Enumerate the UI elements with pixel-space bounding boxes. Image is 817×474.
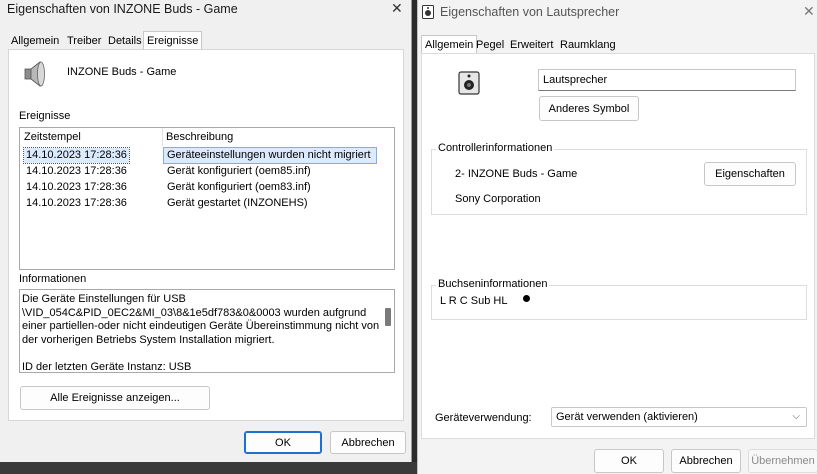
row-timestamp: 14.10.2023 17:28:36 xyxy=(26,165,127,177)
window-title: Eigenschaften von Lautsprecher xyxy=(440,5,620,19)
info-line: \VID_054C&PID_0EC2&MI_03\8&1e5df783&0&00… xyxy=(22,306,367,319)
column-divider xyxy=(162,128,163,146)
info-line: Die Geräte Einstellungen für USB xyxy=(22,293,186,305)
apply-button[interactable]: Übernehmen xyxy=(748,449,817,473)
device-usage-select[interactable]: Gerät verwenden (aktivieren) ⌵ xyxy=(551,407,807,427)
device-usage-label: Geräteverwendung: xyxy=(435,412,532,424)
taskbar-strip xyxy=(0,462,417,474)
chevron-down-icon: ⌵ xyxy=(792,411,800,422)
jack-info-text: L R C Sub HL xyxy=(440,295,508,307)
row-timestamp: 14.10.2023 17:28:36 xyxy=(26,181,127,193)
table-row[interactable]: 14.10.2023 17:28:36 Gerät konfiguriert (… xyxy=(22,180,392,195)
info-line: einer partiellen-oder nicht eindeutigen … xyxy=(22,320,380,332)
ok-button[interactable]: OK xyxy=(244,431,322,454)
column-header-description[interactable]: Beschreibung xyxy=(166,131,233,143)
tab-spatial-sound[interactable]: Raumklang xyxy=(560,36,616,54)
column-header-timestamp[interactable]: Zeitstempel xyxy=(24,131,81,143)
info-text: Die Geräte Einstellungen für USB \VID_05… xyxy=(22,293,380,373)
row-timestamp: 14.10.2023 17:28:36 xyxy=(23,147,130,164)
controller-info-group: Controllerinformationen 2- INZONE Buds -… xyxy=(431,142,807,215)
tab-details[interactable]: Details xyxy=(108,32,142,50)
controller-name: 2- INZONE Buds - Game xyxy=(455,168,578,180)
tab-panel: INZONE Buds - Game Ereignisse Zeitstempe… xyxy=(8,49,404,421)
tab-bar: Allgemein Pegel Erweitert Raumklang xyxy=(421,35,813,54)
jack-info-legend: Buchseninformationen xyxy=(436,278,550,290)
show-all-events-button[interactable]: Alle Ereignisse anzeigen... xyxy=(20,386,210,410)
cancel-button[interactable]: Abbrechen xyxy=(330,431,406,454)
speaker-properties-window: Eigenschaften von Lautsprecher ✕ Allgeme… xyxy=(417,0,817,474)
ok-button[interactable]: OK xyxy=(594,449,664,473)
row-description: Gerät konfiguriert (oem85.inf) xyxy=(167,165,311,177)
jack-color-dot xyxy=(523,295,530,302)
tab-general[interactable]: Allgemein xyxy=(421,35,478,54)
info-textbox[interactable]: Die Geräte Einstellungen für USB \VID_05… xyxy=(19,289,395,373)
tab-general[interactable]: Allgemein xyxy=(11,32,59,50)
tab-events[interactable]: Ereignisse xyxy=(143,31,203,50)
close-icon[interactable]: ✕ xyxy=(391,0,403,17)
device-properties-window: Eigenschaften von INZONE Buds - Game ✕ A… xyxy=(0,0,412,462)
tab-bar: Allgemein Treiber Details Ereignisse xyxy=(8,31,404,50)
info-line xyxy=(22,347,380,361)
speaker-app-icon xyxy=(422,5,434,19)
cancel-button[interactable]: Abbrechen xyxy=(671,449,741,473)
device-usage-value: Gerät verwenden (aktivieren) xyxy=(556,411,698,423)
info-line: der vorherigen Betriebs System Installat… xyxy=(22,333,275,346)
speaker-device-icon xyxy=(458,71,480,95)
info-line: ID der letzten Geräte Instanz: USB xyxy=(22,360,192,373)
manufacturer: Sony Corporation xyxy=(455,193,541,205)
speaker-icon xyxy=(24,61,45,87)
close-icon[interactable]: ✕ xyxy=(803,3,815,20)
row-description: Gerät konfiguriert (oem83.inf) xyxy=(167,181,311,193)
window-title: Eigenschaften von INZONE Buds - Game xyxy=(7,2,238,16)
tab-advanced[interactable]: Erweitert xyxy=(510,36,553,54)
row-timestamp: 14.10.2023 17:28:36 xyxy=(26,197,127,209)
row-description: Geräteeinstellungen wurden nicht migrier… xyxy=(163,147,377,164)
controller-info-legend: Controllerinformationen xyxy=(436,142,555,154)
tab-driver[interactable]: Treiber xyxy=(67,32,101,50)
table-row[interactable]: 14.10.2023 17:28:36 Gerät gestartet (INZ… xyxy=(22,196,392,211)
table-row[interactable]: 14.10.2023 17:28:36 Gerät konfiguriert (… xyxy=(22,164,392,179)
table-row[interactable]: 14.10.2023 17:28:36 Geräteeinstellungen … xyxy=(22,147,392,164)
events-list[interactable]: Zeitstempel Beschreibung 14.10.2023 17:2… xyxy=(19,127,395,270)
tab-panel: Lautsprecher Anderes Symbol Controllerin… xyxy=(421,53,815,439)
device-name-input[interactable]: Lautsprecher xyxy=(538,69,796,91)
scrollbar-thumb[interactable] xyxy=(385,308,391,326)
info-label: Informationen xyxy=(19,273,87,285)
scrollbar[interactable] xyxy=(382,290,394,372)
controller-properties-button[interactable]: Eigenschaften xyxy=(704,162,796,186)
row-description: Gerät gestartet (INZONEHS) xyxy=(167,197,308,209)
tab-level[interactable]: Pegel xyxy=(476,36,504,54)
change-icon-button[interactable]: Anderes Symbol xyxy=(539,96,639,121)
jack-info-group: Buchseninformationen L R C Sub HL xyxy=(431,278,807,320)
events-label: Ereignisse xyxy=(19,110,71,122)
device-name: INZONE Buds - Game xyxy=(67,66,177,78)
